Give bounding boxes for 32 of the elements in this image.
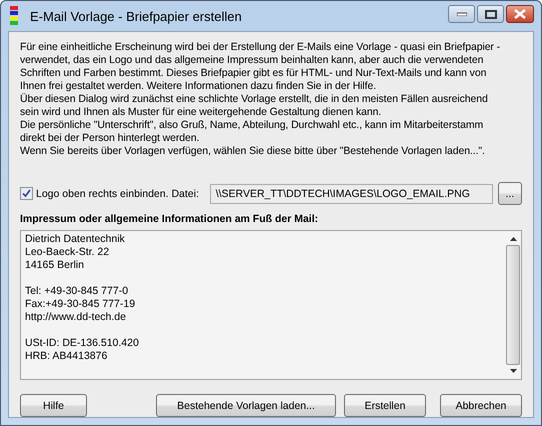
maximize-button[interactable]: [477, 5, 504, 23]
maximize-icon: [484, 10, 496, 18]
file-path-field[interactable]: \\SERVER_TT\DDTECH\IMAGES\LOGO_EMAIL.PNG: [210, 184, 493, 204]
intro-text: Für eine einheitliche Erscheinung wird bei der Erstellung der E-Mails eine Vorlage - quasi ein Briefpapier - verwendet, das ein Logo und das allgemeine Impressum beinhalten kann, aber auch die verwendeten Schriften und Farben bestimmt. Dieses Briefpapier gibt es für HTML- und Nur-Text-Mails und kann von Ihnen frei gestaltet werden. Weitere Informationen dazu finden Sie in der Hilfe.: [20, 41, 502, 93]
impressum-textarea[interactable]: Dietrich Datentechnik Leo-Baeck-Str. 22 14165 Berlin Tel: +49-30-845 777-0 Fax:+49-30-845 777-19 http://www.dd-tech.de USt-ID: DE-136.510.420 HRB: AB4413876: [20, 230, 522, 380]
memo-line: Tel: +49-30-845 777-0: [25, 285, 128, 297]
dialog-button[interactable]: Erstellen: [344, 394, 426, 417]
intro-text: Wenn Sie bereits über Vorlagen verfügen, wählen Sie diese bitte über "Bestehende Vorlagen laden...".: [20, 145, 486, 158]
window-title: E-Mail Vorlage - Briefpapier erstellen: [30, 8, 243, 24]
memo-line: USt-ID: DE-136.510.420: [25, 337, 139, 349]
close-button[interactable]: [506, 5, 534, 23]
close-icon: [514, 9, 526, 19]
scroll-up-icon[interactable]: [510, 237, 516, 241]
dialog-button[interactable]: Hilfe: [20, 394, 87, 417]
memo-line: HRB: AB4413876: [25, 350, 108, 362]
memo-line: Leo-Baeck-Str. 22: [25, 246, 110, 258]
scroll-down-icon[interactable]: [510, 369, 516, 373]
memo-line: http://www.dd-tech.de: [25, 311, 126, 323]
dialog-button[interactable]: Bestehende Vorlagen laden...: [156, 394, 336, 417]
intro-text: Über diesen Dialog wird zunächst eine schlichte Vorlage erstellt, die in den meisten Fällen ausreichend sein wird und Ihnen als Muster für eine weitergehende Gestaltung dienen kann.: [20, 93, 489, 119]
section-label: Impressum oder allgemeine Informationen am Fuß der Mail:: [20, 213, 320, 225]
checkbox-label: Logo oben rechts einbinden. Datei:: [36, 188, 199, 200]
memo-line: Dietrich Datentechnik: [25, 233, 125, 245]
minimize-button[interactable]: [448, 5, 475, 23]
memo-line: Fax:+49-30-845 777-19: [25, 298, 136, 310]
app-icon: [10, 6, 20, 26]
dialog-button[interactable]: Abbrechen: [440, 394, 522, 417]
logo-checkbox[interactable]: [20, 187, 33, 200]
minimize-icon: [456, 12, 466, 16]
browse-button[interactable]: ...: [498, 182, 522, 205]
intro-text: Die persönliche "Unterschrift", also Gruß, Name, Abteilung, Durchwahl etc., kann im Mitarbeiterstamm direkt bei der Person hinterlegt werden.: [20, 119, 484, 145]
memo-line: 14165 Berlin: [25, 259, 84, 271]
